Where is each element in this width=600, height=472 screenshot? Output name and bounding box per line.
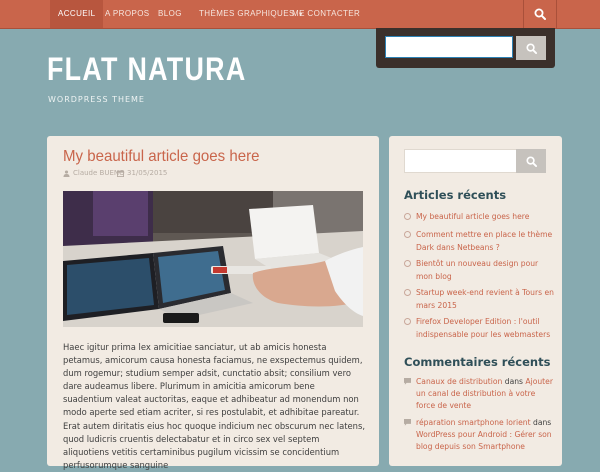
calendar-icon [117,170,124,177]
article-date[interactable]: 31/05/2015 [117,169,167,177]
sidebar-search-button[interactable] [516,149,546,173]
recent-post-link[interactable]: Firefox Developer Edition : l'outil indi… [404,315,554,341]
circle-bullet-icon [404,231,411,238]
recent-post-link[interactable]: Startup week-end revient à Tours en mars… [404,286,554,312]
comment-author-link[interactable]: Canaux de distribution [416,377,502,386]
recent-post-label: Startup week-end revient à Tours en mars… [416,288,554,310]
article-paragraph-2: Erat autem diritatis eius hoc quoque ind… [63,421,365,470]
article-featured-image[interactable] [63,191,363,327]
comment-joiner: dans [504,377,523,386]
user-icon [63,169,70,177]
recent-post-label: Firefox Developer Edition : l'outil indi… [416,317,551,339]
site-title[interactable]: FLAT NATURA [47,51,246,88]
recent-comment: Canaux de distribution dans Ajouter un c… [404,376,554,412]
article-title[interactable]: My beautiful article goes here [63,148,259,166]
comment-post-link[interactable]: WordPress pour Android : Gérer son blog … [416,430,552,451]
recent-post-link[interactable]: My beautiful article goes here [404,210,554,223]
nav-item-a-propos[interactable]: A PROPOS [105,0,150,28]
nav-item-me-contacter[interactable]: ME CONTACTER [292,0,360,28]
nav-item-themes-graphiques[interactable]: THÈMES GRAPHIQUES ▼ [199,0,304,28]
search-input[interactable] [385,36,513,58]
nav-item-blog[interactable]: BLOG [158,0,182,28]
recent-comment: réparation smartphone lorient dans WordP… [404,417,554,453]
search-icon [525,155,537,167]
recent-post-link[interactable]: Bientôt un nouveau design pour mon blog [404,257,554,283]
search-submit-button[interactable] [516,36,546,60]
comment-icon [404,419,411,426]
article-author[interactable]: Claude BUENO [63,169,125,177]
recent-post-label: Bientôt un nouveau design pour mon blog [416,259,539,281]
circle-bullet-icon [404,213,411,220]
date-text: 31/05/2015 [127,169,168,177]
comment-icon [404,378,411,385]
article-paragraph-1: Haec igitur prima lex amicitiae sanciatu… [63,342,363,417]
search-dropdown [376,28,555,68]
nav-item-label: THÈMES GRAPHIQUES [199,9,295,18]
top-navigation: ACCUEIL A PROPOS BLOG THÈMES GRAPHIQUES ▼… [0,0,600,29]
comment-author-link[interactable]: réparation smartphone lorient [416,418,531,427]
search-icon [534,8,546,20]
circle-bullet-icon [404,260,411,267]
sidebar: Articles récents My beautiful article go… [389,136,562,466]
comment-joiner: dans [533,418,552,427]
recent-comments-title: Commentaires récents [404,355,551,369]
circle-bullet-icon [404,289,411,296]
search-icon [525,42,537,54]
recent-post-label: Comment mettre en place le thème Dark da… [416,230,553,252]
recent-post-link[interactable]: Comment mettre en place le thème Dark da… [404,228,554,254]
search-toggle-button[interactable] [523,0,557,28]
circle-bullet-icon [404,318,411,325]
laptops-photo-illustration [63,191,363,327]
site-description: WORDPRESS THEME [48,95,145,104]
recent-posts-title: Articles récents [404,188,507,202]
recent-post-label: My beautiful article goes here [416,212,530,221]
sidebar-search-input[interactable] [404,149,518,173]
article-card: My beautiful article goes here Claude BU… [47,136,379,470]
nav-item-accueil[interactable]: ACCUEIL [50,0,104,28]
